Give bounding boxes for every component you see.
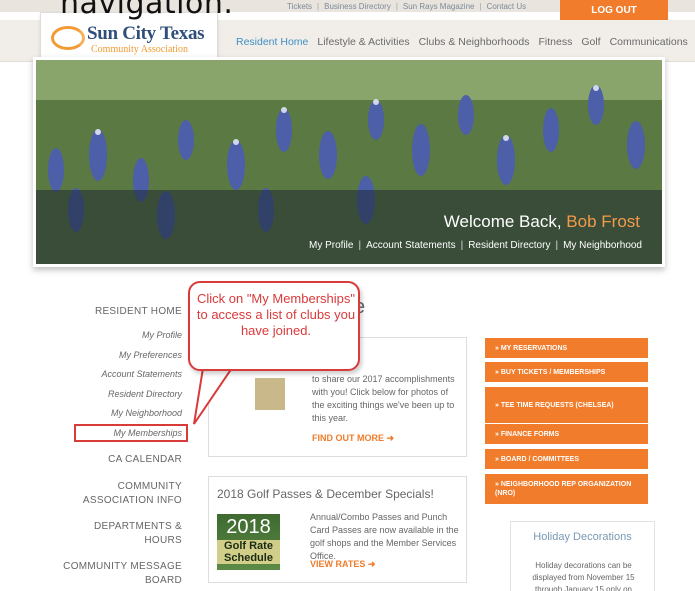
sidebar-section-hours[interactable]: HOURS xyxy=(144,535,182,546)
nav-clubs[interactable]: Clubs & Neighborhoods xyxy=(419,36,530,48)
util-link-sun-rays[interactable]: Sun Rays Magazine xyxy=(403,2,475,11)
sidebar-section-board[interactable]: BOARD xyxy=(145,575,182,586)
hero-banner: Welcome Back, Bob Frost My Profile | Accou… xyxy=(33,57,665,267)
arrow-right-icon: ➜ xyxy=(367,559,376,569)
main-nav: Resident Home Lifestyle & Activities Clu… xyxy=(236,36,695,48)
hero-link-my-profile[interactable]: My Profile xyxy=(309,240,353,251)
nav-lifestyle[interactable]: Lifestyle & Activities xyxy=(317,36,409,48)
util-link-contact[interactable]: Contact Us xyxy=(487,2,527,11)
highlight-box xyxy=(74,424,188,442)
sidebar-item-resident-directory[interactable]: Resident Directory xyxy=(108,389,182,399)
view-rates-label: VIEW RATES xyxy=(310,559,366,569)
sidebar-section-association-info[interactable]: ASSOCIATION INFO xyxy=(83,495,182,506)
hero-link-my-neighborhood[interactable]: My Neighborhood xyxy=(563,240,642,251)
separator: | xyxy=(317,1,320,11)
view-rates-link[interactable]: VIEW RATES ➜ xyxy=(310,559,375,570)
nav-resident-home[interactable]: Resident Home xyxy=(236,36,308,48)
nav-communications[interactable]: Communications xyxy=(610,36,688,48)
nro-button[interactable]: » NEIGHBORHOOD REP ORGANIZATION (NRO) xyxy=(485,474,648,504)
holiday-text: Holiday decorations can be displayed fro… xyxy=(532,561,635,591)
separator: | xyxy=(395,1,398,11)
board-committees-button[interactable]: » BOARD / COMMITTEES xyxy=(485,449,648,469)
logo-swoosh-icon xyxy=(51,26,85,50)
buy-tickets-button[interactable]: » BUY TICKETS / MEMBERSHIPS xyxy=(485,362,648,382)
holiday-decorations-box: Holiday Decorations Holiday decorations … xyxy=(510,521,655,591)
news-card-golf: 2018 Golf Passes & December Specials! 20… xyxy=(208,476,467,583)
separator: | xyxy=(460,240,464,251)
util-link-business-directory[interactable]: Business Directory xyxy=(324,2,391,11)
card-thumbnail xyxy=(255,378,285,410)
welcome-text: Welcome Back, xyxy=(443,212,562,231)
sidebar-section-community[interactable]: COMMUNITY xyxy=(118,481,182,492)
separator: | xyxy=(358,240,362,251)
tee-time-button[interactable]: » TEE TIME REQUESTS (CHELSEA) xyxy=(485,387,648,423)
find-out-more-link[interactable]: FIND OUT MORE ➜ xyxy=(312,433,394,444)
sidebar-section-ca-calendar[interactable]: CA CALENDAR xyxy=(108,454,182,465)
nav-golf[interactable]: Golf xyxy=(581,36,600,48)
nav-fitness[interactable]: Fitness xyxy=(538,36,572,48)
logo-name: Sun City Texas xyxy=(87,23,205,44)
welcome-message: Welcome Back, Bob Frost xyxy=(444,212,640,232)
hero-quick-links: My Profile | Account Statements | Resident D… xyxy=(309,240,642,251)
sidebar-item-my-preferences[interactable]: My Preferences xyxy=(119,350,182,360)
separator: | xyxy=(479,1,482,11)
sidebar-item-my-neighborhood[interactable]: My Neighborhood xyxy=(111,408,182,418)
utility-links: Tickets | Business Directory | Sun Rays … xyxy=(287,0,526,12)
hero-link-account-statements[interactable]: Account Statements xyxy=(366,240,456,251)
separator: | xyxy=(555,240,559,251)
my-reservations-button[interactable]: » MY RESERVATIONS xyxy=(485,338,648,358)
golf-image-year: 2018 xyxy=(226,516,271,538)
golf-image-label-1: Golf Rate xyxy=(224,540,273,552)
logo-subtitle: Community Association xyxy=(91,44,188,55)
sun-city-site: Tickets | Business Directory | Sun Rays … xyxy=(0,0,695,591)
sidebar-section-message[interactable]: COMMUNITY MESSAGE xyxy=(63,561,182,572)
instruction-callout: Click on "My Memberships" to access a li… xyxy=(188,281,360,371)
finance-forms-button[interactable]: » FINANCE FORMS xyxy=(485,424,648,444)
caption-text: navigation. xyxy=(60,0,234,21)
sidebar-item-my-profile[interactable]: My Profile xyxy=(142,330,182,340)
golf-rate-image[interactable]: 2018 Golf Rate Schedule xyxy=(217,514,280,570)
user-name: Bob Frost xyxy=(566,212,640,231)
holiday-title[interactable]: Holiday Decorations xyxy=(511,531,654,543)
sidebar-item-account-statements[interactable]: Account Statements xyxy=(101,369,182,379)
arrow-right-icon: ➜ xyxy=(386,433,395,443)
sidebar-heading-resident-home[interactable]: RESIDENT HOME xyxy=(95,306,182,317)
find-out-more-label: FIND OUT MORE xyxy=(312,433,384,443)
card-text: Annual/Combo Passes and Punch Card Passe… xyxy=(310,512,459,561)
hero-link-resident-directory[interactable]: Resident Directory xyxy=(468,240,550,251)
logout-button[interactable]: LOG OUT xyxy=(560,0,668,20)
util-link-tickets[interactable]: Tickets xyxy=(287,2,312,11)
card-title[interactable]: 2018 Golf Passes & December Specials! xyxy=(217,487,434,501)
golf-image-label-2: Schedule xyxy=(224,552,273,564)
callout-text: Click on "My Memberships" to access a li… xyxy=(196,291,356,338)
card-text: to share our 2017 accomplishments with y… xyxy=(312,374,455,423)
sidebar-section-departments[interactable]: DEPARTMENTS & xyxy=(94,521,182,532)
golf-image-label: Golf Rate Schedule xyxy=(217,540,280,564)
